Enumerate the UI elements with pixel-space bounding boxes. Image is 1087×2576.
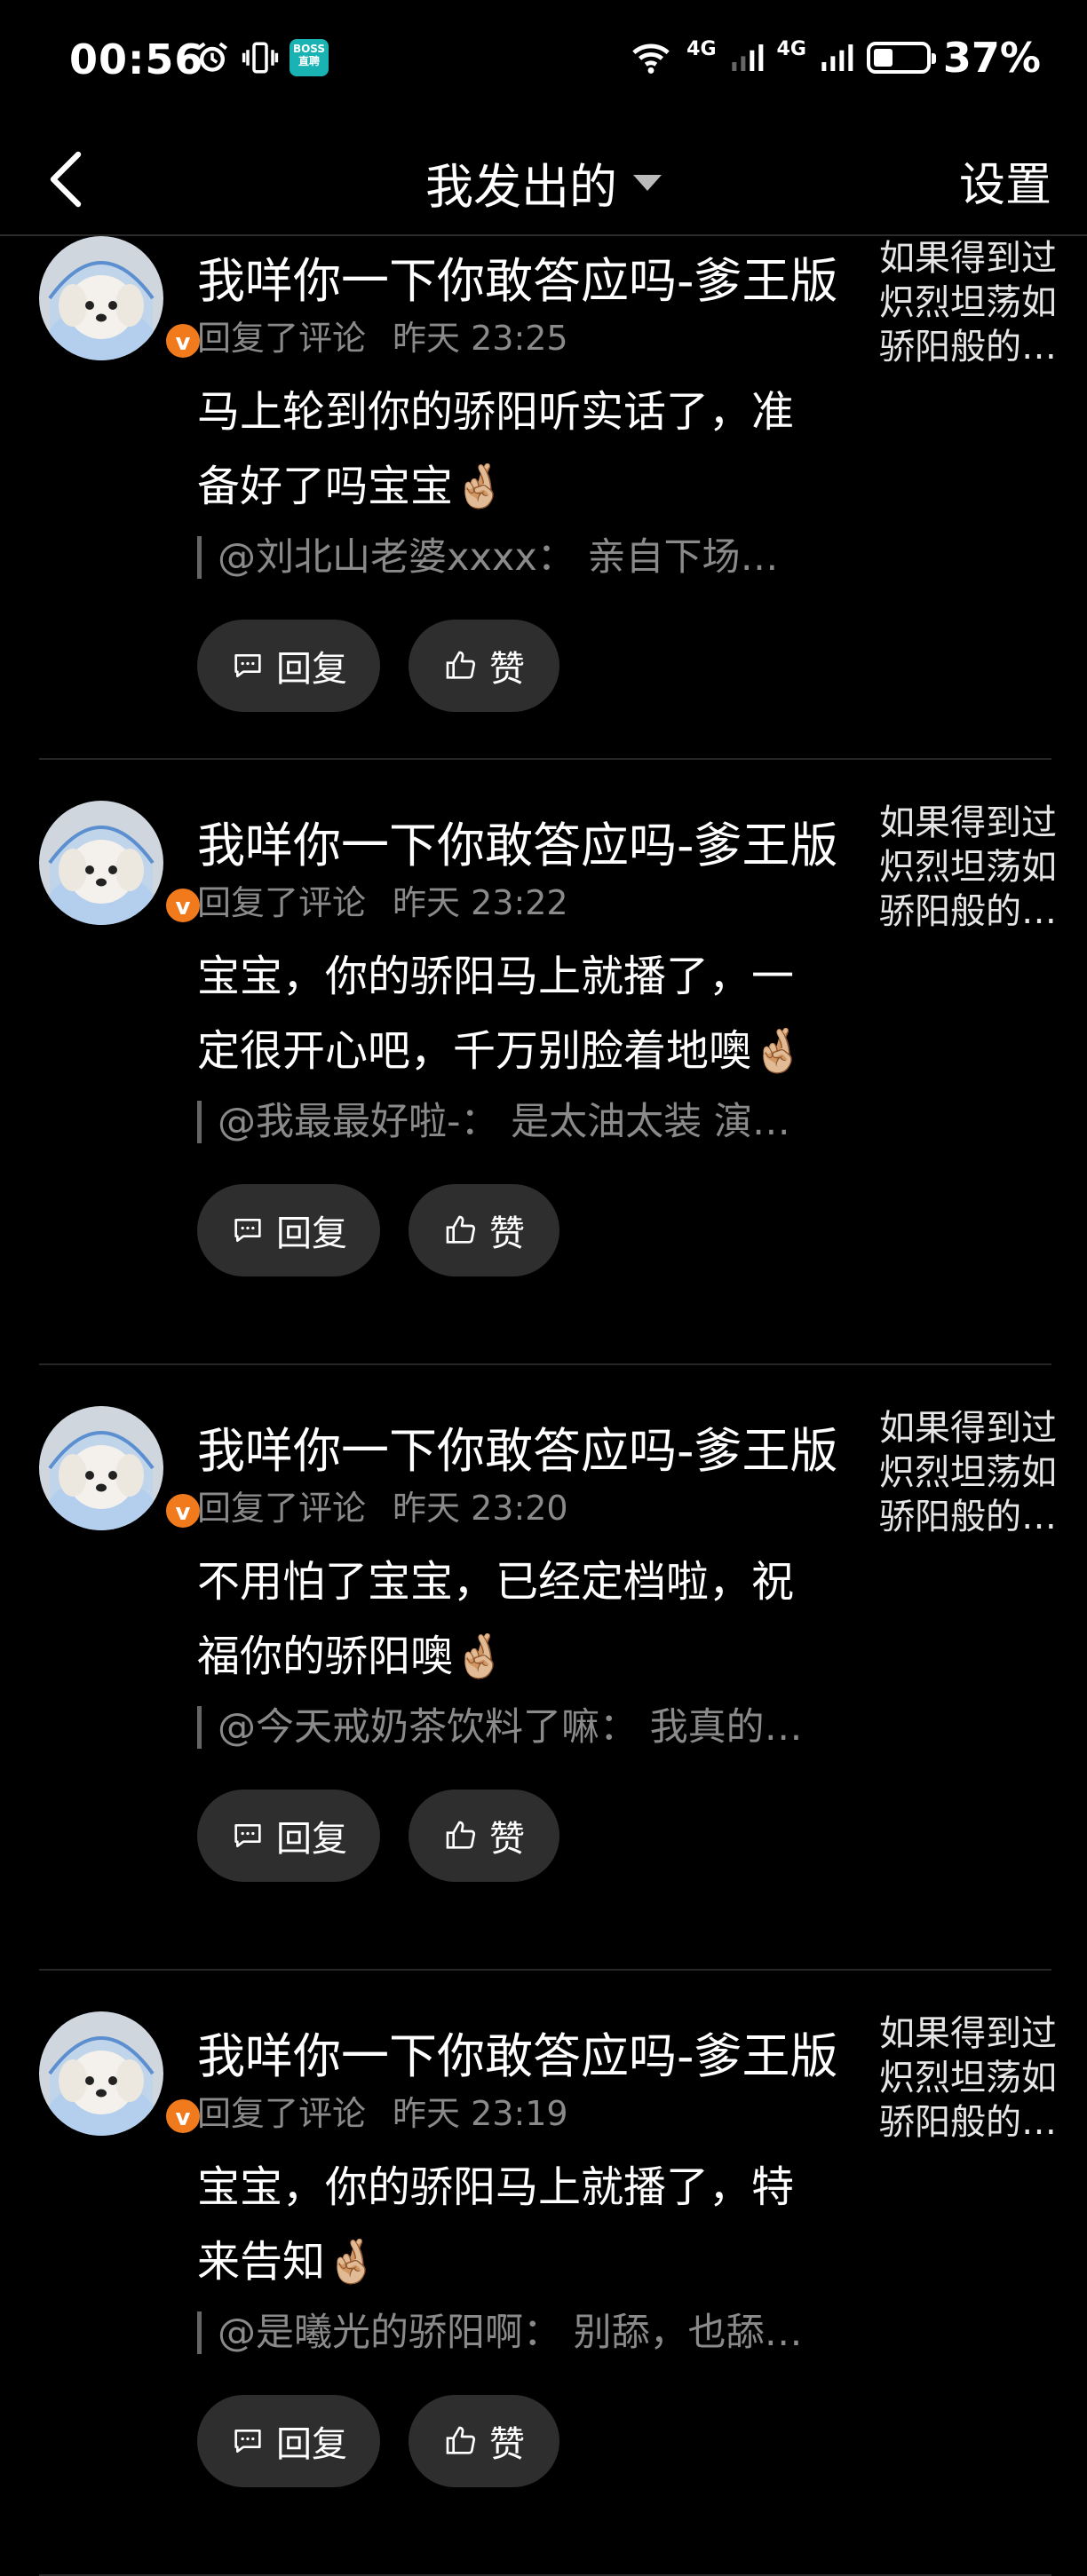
comment-list-item[interactable]: v 我咩你一下你敢答应吗-爹王版 回复了评论 昨天 23:22 宝宝，你的骄阳马上… (0, 801, 1087, 1365)
page-title: 我发出的 (425, 159, 617, 215)
video-title[interactable]: 我咩你一下你敢答应吗-爹王版 (197, 806, 837, 876)
dog-avatar-image (39, 1406, 163, 1530)
vibrate-icon (242, 42, 279, 74)
thumbs-up-icon (446, 651, 476, 679)
battery-percent: 37% (942, 34, 1041, 82)
reply-label: 回复 (276, 1213, 347, 1254)
action-label: 回复了评论 (197, 2094, 367, 2133)
comment-meta: 回复了评论 昨天 23:20 (197, 1481, 568, 1529)
comment-actions: 回复 赞 (197, 1184, 559, 1276)
settings-button[interactable]: 设置 (959, 147, 1051, 214)
dog-avatar-image (39, 2011, 163, 2136)
reply-label: 回复 (276, 1819, 347, 1860)
like-label: 赞 (489, 1819, 525, 1860)
comment-icon (234, 2430, 261, 2453)
comment-text: 马上轮到你的骄阳听实话了，准备好了吗宝宝🤞🏼 (197, 387, 795, 511)
like-button[interactable]: 赞 (409, 620, 559, 712)
signal-icon (731, 44, 763, 71)
reply-label: 回复 (276, 649, 347, 690)
network-label-2: 4G (776, 37, 806, 60)
comment-icon (234, 1824, 261, 1847)
comment-actions: 回复 赞 (197, 2395, 559, 2487)
dog-avatar-image (39, 236, 163, 360)
wifi-icon (632, 43, 670, 74)
dropdown-caret-icon (633, 174, 662, 191)
battery-icon (866, 42, 936, 74)
comment-icon (234, 654, 261, 677)
action-label: 回复了评论 (197, 883, 367, 922)
like-button[interactable]: 赞 (409, 2395, 559, 2487)
thumbs-up-icon (446, 1821, 476, 1849)
comment-actions: 回复 赞 (197, 620, 559, 712)
divider (39, 1363, 1051, 1365)
comment-time: 昨天 23:22 (393, 883, 568, 922)
network-label-1: 4G (686, 37, 717, 60)
divider (39, 758, 1051, 760)
boss-app-icon: BOSS 直聘 (290, 39, 329, 76)
comment-list-item[interactable]: v 我咩你一下你敢答应吗-爹王版 回复了评论 昨天 23:20 不用怕了宝宝，已经… (0, 1406, 1087, 1971)
reply-label: 回复 (276, 2424, 347, 2465)
like-button[interactable]: 赞 (409, 1184, 559, 1276)
status-icons-left: BOSS 直聘 (194, 39, 329, 76)
quoted-comment[interactable]: @是曦光的骄阳啊： 别舔，也舔… (197, 2311, 803, 2354)
status-time: 00:56 (69, 36, 204, 83)
original-video-caption[interactable]: 如果得到过炽烈坦荡如骄阳般的… (879, 236, 1057, 369)
quoted-comment[interactable]: @今天戒奶茶饮料了嘛： 我真的… (197, 1706, 803, 1749)
reply-button[interactable]: 回复 (197, 1790, 380, 1882)
thumbs-up-icon (446, 1215, 476, 1244)
comment-icon (234, 1219, 261, 1242)
thumbs-up-icon (446, 2426, 476, 2454)
page-title-dropdown[interactable]: 我发出的 (0, 147, 1087, 217)
original-video-caption[interactable]: 如果得到过炽烈坦荡如骄阳般的… (879, 1406, 1057, 1539)
dog-avatar-image (39, 801, 163, 925)
comment-time: 昨天 23:25 (393, 319, 568, 358)
avatar[interactable]: v (39, 236, 202, 364)
comment-time: 昨天 23:19 (393, 2094, 568, 2133)
comment-meta: 回复了评论 昨天 23:25 (197, 311, 568, 360)
status-bar: 00:56 BOSS 直聘 4G 4G 37% (0, 0, 1087, 124)
top-navigation-bar: 我发出的 设置 (0, 124, 1087, 236)
divider (39, 1969, 1051, 1971)
avatar[interactable]: v (39, 801, 202, 928)
comment-actions: 回复 赞 (197, 1790, 559, 1882)
avatar[interactable]: v (39, 1406, 202, 1534)
reply-button[interactable]: 回复 (197, 620, 380, 712)
quoted-comment[interactable]: @刘北山老婆xxxx： 亲自下场… (197, 536, 778, 579)
battery-level (873, 49, 893, 67)
reply-button[interactable]: 回复 (197, 1184, 380, 1276)
signal-icon (821, 44, 853, 71)
comment-time: 昨天 23:20 (393, 1489, 568, 1528)
comment-text: 不用怕了宝宝，已经定档啦，祝福你的骄阳噢🤞🏼 (197, 1557, 795, 1681)
avatar[interactable]: v (39, 2011, 202, 2139)
video-title[interactable]: 我咩你一下你敢答应吗-爹王版 (197, 1411, 837, 1482)
like-button[interactable]: 赞 (409, 1790, 559, 1882)
comment-meta: 回复了评论 昨天 23:22 (197, 875, 568, 924)
original-video-caption[interactable]: 如果得到过炽烈坦荡如骄阳般的… (879, 2011, 1057, 2145)
status-icons-right: 4G 4G 37% (628, 34, 1041, 82)
comment-text: 宝宝，你的骄阳马上就播了，特来告知🤞🏼 (197, 2162, 795, 2287)
alarm-icon (196, 42, 228, 72)
action-label: 回复了评论 (197, 1489, 367, 1528)
comment-text: 宝宝，你的骄阳马上就播了，一定很开心吧，千万别脸着地噢🤞🏼 (197, 952, 805, 1076)
quoted-comment[interactable]: @我最最好啦-： 是太油太装 演… (197, 1101, 790, 1143)
comment-list-item[interactable]: v 我咩你一下你敢答应吗-爹王版 回复了评论 昨天 23:25 马上轮到你的骄阳听… (0, 236, 1087, 760)
like-label: 赞 (489, 2424, 525, 2465)
video-title[interactable]: 我咩你一下你敢答应吗-爹王版 (197, 2017, 837, 2087)
reply-button[interactable]: 回复 (197, 2395, 380, 2487)
original-video-caption[interactable]: 如果得到过炽烈坦荡如骄阳般的… (879, 801, 1057, 934)
video-title[interactable]: 我咩你一下你敢答应吗-爹王版 (197, 241, 837, 312)
like-label: 赞 (489, 649, 525, 690)
action-label: 回复了评论 (197, 319, 367, 358)
like-label: 赞 (489, 1213, 525, 1254)
comment-meta: 回复了评论 昨天 23:19 (197, 2086, 568, 2135)
comment-list: v 我咩你一下你敢答应吗-爹王版 回复了评论 昨天 23:25 马上轮到你的骄阳听… (0, 236, 1087, 2576)
comment-list-item[interactable]: v 我咩你一下你敢答应吗-爹王版 回复了评论 昨天 23:19 宝宝，你的骄阳马上… (0, 2011, 1087, 2576)
